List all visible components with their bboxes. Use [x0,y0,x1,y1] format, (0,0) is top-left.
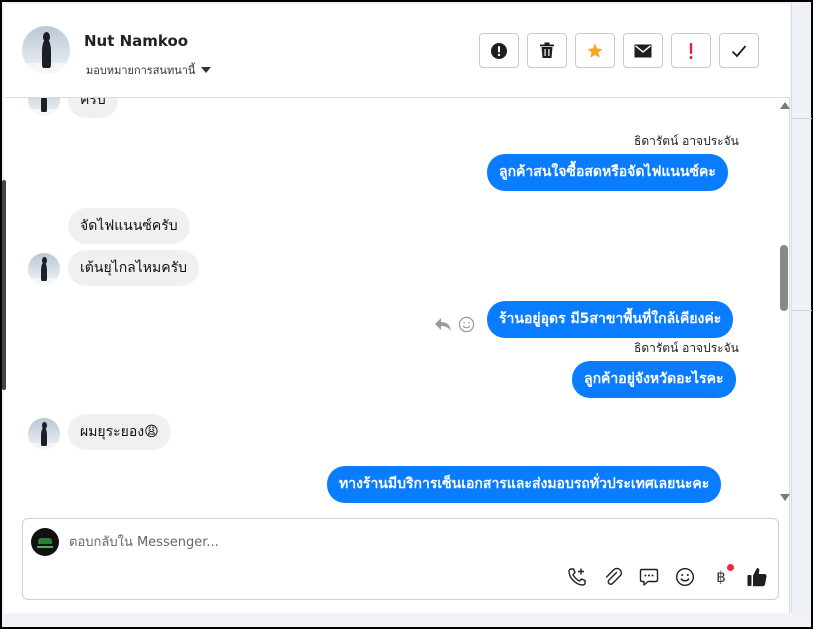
notification-dot [727,564,734,571]
payment-button[interactable]: ฿ [710,564,734,588]
star-button[interactable] [575,33,615,68]
smiley-icon [675,567,695,587]
delete-button[interactable] [527,33,567,68]
baht-icon: ฿ [716,568,726,586]
contact-avatar-small [28,253,60,285]
assign-conversation-dropdown[interactable]: มอบหมายการสนทนานี้ [86,61,212,79]
scroll-down-arrow-icon[interactable] [780,494,790,501]
emoji-button[interactable] [674,566,696,588]
reply-icon[interactable] [434,317,452,333]
contact-avatar-small [28,418,60,450]
thumbs-up-icon [747,568,767,587]
sender-name: ธิดารัตน์ อาจประจัน [634,341,739,355]
exclamation-icon [689,42,693,59]
reply-composer: ฿ [22,518,779,600]
spam-button[interactable] [479,33,519,68]
like-button[interactable] [746,566,768,588]
composer-tools: ฿ [566,564,768,588]
trash-icon [540,42,554,58]
assign-label: มอบหมายการสนทนานี้ [86,64,196,77]
sender-name: ธิดารัตน์ อาจประจัน [634,134,739,148]
mark-unread-button[interactable] [623,33,663,68]
thread-scrollbar[interactable] [777,98,790,506]
incoming-message[interactable]: ครับ [68,98,118,118]
chat-bubble-icon [639,568,659,586]
follow-up-button[interactable] [671,33,711,68]
outgoing-message[interactable]: ลูกค้าสนใจซื้อสดหรือจัดไฟแนนซ์คะ [487,154,728,191]
incoming-message[interactable]: ผมยุระยอง😩 [68,414,171,450]
checkmark-icon [731,44,747,57]
outgoing-message[interactable]: ร้านอยู่อุดร มี5สาขาพื้นที่ใกล้เคียงค่ะ [487,301,734,338]
conversation-header: Nut Namkoo มอบหมายการสนทนานี้ [4,4,790,98]
scroll-thumb[interactable] [780,245,788,311]
message-thread[interactable]: ครับ ธิดารัตน์ อาจประจัน ลูกค้าสนใจซื้อส… [4,98,790,506]
caret-down-icon [201,67,212,73]
contact-name[interactable]: Nut Namkoo [84,32,188,50]
message-actions [434,316,475,333]
done-button[interactable] [719,33,759,68]
incoming-message[interactable]: เต้นยุไกลไหมครับ [68,250,200,286]
attach-button[interactable] [602,566,624,588]
contact-avatar[interactable] [22,26,70,74]
envelope-icon [634,44,652,57]
saved-replies-button[interactable] [638,566,660,588]
contact-avatar-small [28,98,60,116]
react-smiley-icon[interactable] [458,316,475,333]
call-button[interactable] [566,566,588,588]
phone-add-icon [568,568,586,586]
outgoing-message[interactable]: ทางร้านมีบริการเซ็นเอกสารและส่งมอบรถทั่ว… [327,466,722,503]
star-icon [587,43,603,58]
scroll-up-arrow-icon[interactable] [780,102,790,109]
paperclip-icon [605,567,623,585]
page-avatar [31,528,59,556]
reply-input[interactable] [69,531,729,553]
right-side-strip [791,2,812,612]
outgoing-message[interactable]: ลูกค้าอยู่จังหวัดอะไรคะ [572,361,736,398]
incoming-message[interactable]: จัดไฟแนนซ์ครับ [68,208,190,244]
exclamation-circle-icon [491,42,507,59]
header-actions [479,33,759,68]
